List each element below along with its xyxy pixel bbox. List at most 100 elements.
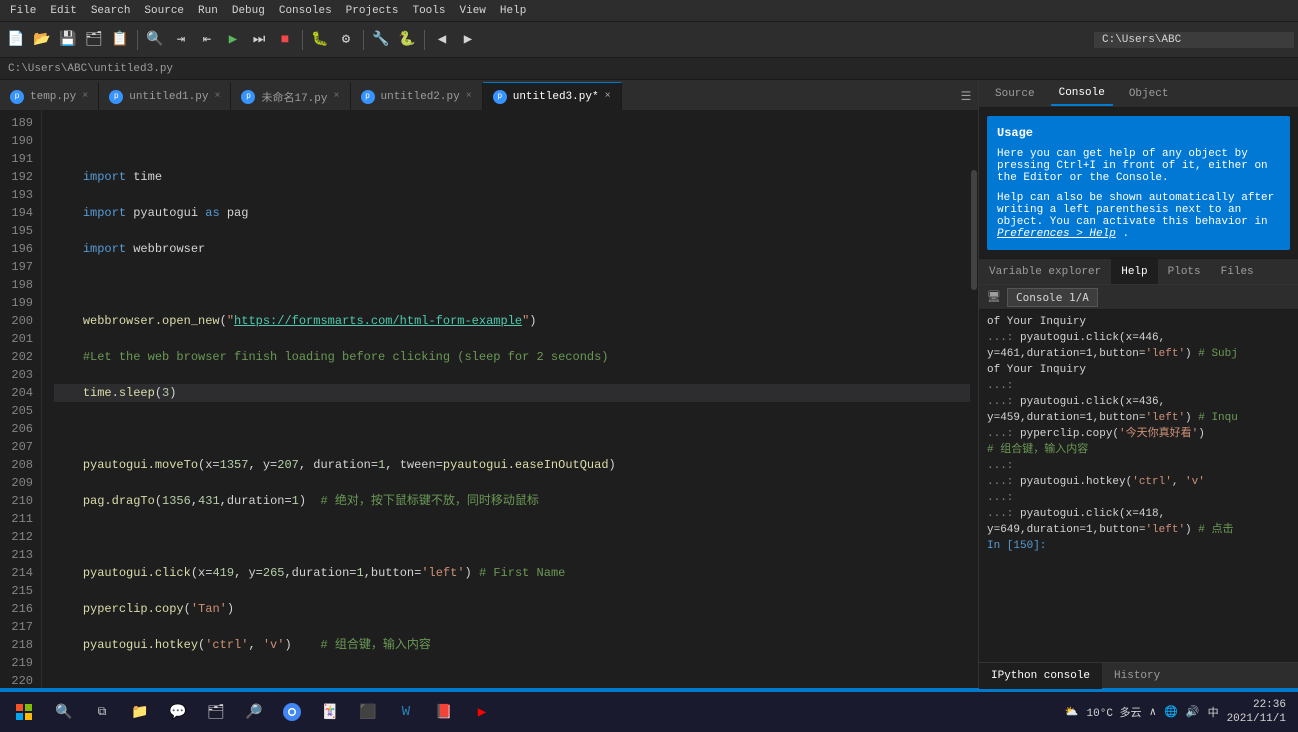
tab-close-unnamed17[interactable]: × <box>333 91 339 102</box>
tab-unnamed17[interactable]: p 未命名17.py × <box>231 82 350 110</box>
tab-label-temp: temp.py <box>30 91 76 103</box>
toolbar: 📄 📂 💾 🗂 📋 🔍 ⇥ ⇤ ▶ ⏭ ■ 🐛 ⚙ 🔧 🐍 ◀ ▶ C:\Use… <box>0 22 1298 58</box>
open-file-btn[interactable]: 📂 <box>30 28 54 52</box>
tab-label-untitled1: untitled1.py <box>129 91 208 103</box>
debug-btn[interactable]: 🐛 <box>308 28 332 52</box>
python-btn[interactable]: 🐍 <box>395 28 419 52</box>
settings-btn[interactable]: 🔧 <box>369 28 393 52</box>
toolbar-path: C:\Users\ABC <box>1094 32 1294 48</box>
taskbar-chrome[interactable] <box>274 694 310 730</box>
menu-source[interactable]: Source <box>138 3 190 19</box>
menu-debug[interactable]: Debug <box>226 3 271 19</box>
run-cell-btn[interactable]: ⏭ <box>247 28 271 52</box>
save-btn[interactable]: 💾 <box>56 28 80 52</box>
taskbar-word[interactable]: W <box>388 694 424 730</box>
sep4 <box>424 30 425 50</box>
code-line-190: import time <box>54 168 970 186</box>
line-numbers: 189 190 191 192 193 194 195 196 197 198 … <box>0 110 42 688</box>
taskbar-ime[interactable]: 中 <box>1208 704 1219 720</box>
code-line-193 <box>54 276 970 294</box>
taskbar-terminal[interactable]: ⬛ <box>350 694 386 730</box>
var-tab-plots[interactable]: Plots <box>1158 259 1211 285</box>
bottom-tab-history[interactable]: History <box>1102 663 1172 689</box>
var-tab-files[interactable]: Files <box>1211 259 1264 285</box>
tab-close-temp[interactable]: × <box>82 91 88 102</box>
back-btn[interactable]: ◀ <box>430 28 454 52</box>
var-tab-help[interactable]: Help <box>1111 259 1157 285</box>
code-content[interactable]: import time import pyautogui as pag impo… <box>42 110 970 688</box>
taskbar-youtube[interactable]: ▶ <box>464 694 500 730</box>
console-line-12: ...: <box>987 490 1290 506</box>
tab-close-untitled2[interactable]: × <box>466 91 472 102</box>
menu-help[interactable]: Help <box>494 3 532 19</box>
taskbar-systray[interactable]: ∧ <box>1150 705 1157 719</box>
menu-edit[interactable]: Edit <box>44 3 82 19</box>
code-line-202: pyperclip.copy('Tan') <box>54 600 970 618</box>
taskbar-taskview[interactable]: ⧉ <box>84 694 120 730</box>
bottom-tab-ipython[interactable]: IPython console <box>979 663 1102 689</box>
menu-file[interactable]: File <box>4 3 42 19</box>
tab-menu-button[interactable]: ☰ <box>954 82 978 110</box>
code-line-192: import webbrowser <box>54 240 970 258</box>
console-line-5: ...: <box>987 378 1290 394</box>
panel-header: Source Console Object <box>979 80 1298 108</box>
menu-view[interactable]: View <box>454 3 492 19</box>
tab-untitled3[interactable]: p untitled3.py* × <box>483 82 622 110</box>
menu-tools[interactable]: Tools <box>406 3 451 19</box>
save-all-btn[interactable]: 🗂 <box>82 28 106 52</box>
step-btn[interactable]: ⚙ <box>334 28 358 52</box>
new-file-btn[interactable]: 📄 <box>4 28 28 52</box>
taskbar-wechat[interactable]: 💬 <box>160 694 196 730</box>
scrollbar-thumb[interactable] <box>971 170 977 290</box>
print-btn[interactable]: 📋 <box>108 28 132 52</box>
help-preferences-link[interactable]: Preferences > Help <box>997 228 1116 240</box>
tab-close-untitled1[interactable]: × <box>214 91 220 102</box>
menu-run[interactable]: Run <box>192 3 224 19</box>
find-btn[interactable]: 🔍 <box>143 28 167 52</box>
menu-consoles[interactable]: Consoles <box>273 3 338 19</box>
vertical-scrollbar[interactable] <box>970 110 978 688</box>
tab-label-unnamed17: 未命名17.py <box>261 89 327 105</box>
tab-untitled2[interactable]: p untitled2.py × <box>351 82 483 110</box>
taskbar-network[interactable]: 🌐 <box>1164 705 1178 719</box>
menu-search[interactable]: Search <box>85 3 137 19</box>
taskbar-search[interactable]: 🔍 <box>46 694 82 730</box>
var-tab-explorer[interactable]: Variable explorer <box>979 259 1111 285</box>
unindent-btn[interactable]: ⇤ <box>195 28 219 52</box>
panel-tab-object[interactable]: Object <box>1121 82 1177 106</box>
stop-btn[interactable]: ■ <box>273 28 297 52</box>
taskbar-explorer[interactable]: 📁 <box>122 694 158 730</box>
taskbar-red-app[interactable]: 📕 <box>426 694 462 730</box>
code-line-201: pyautogui.click(x=419, y=265,duration=1,… <box>54 564 970 582</box>
menu-projects[interactable]: Projects <box>340 3 405 19</box>
tab-temp[interactable]: p temp.py × <box>0 82 99 110</box>
taskbar-start-button[interactable] <box>4 694 44 730</box>
indent-btn[interactable]: ⇥ <box>169 28 193 52</box>
help-body2: Help can also be shown automatically aft… <box>997 192 1280 240</box>
panel-tab-console[interactable]: Console <box>1051 82 1113 106</box>
tab-close-untitled3[interactable]: × <box>605 91 611 102</box>
taskbar-clock[interactable]: 22:36 2021/11/1 <box>1227 698 1286 727</box>
taskbar-files[interactable]: 🗂 <box>198 694 234 730</box>
forward-btn[interactable]: ▶ <box>456 28 480 52</box>
panel-tab-source[interactable]: Source <box>987 82 1043 106</box>
taskbar-search2[interactable]: 🔎 <box>236 694 272 730</box>
code-editor: 189 190 191 192 193 194 195 196 197 198 … <box>0 110 978 688</box>
run-btn[interactable]: ▶ <box>221 28 245 52</box>
code-line-198: pyautogui.moveTo(x=1357, y=207, duration… <box>54 456 970 474</box>
tab-untitled1[interactable]: p untitled1.py × <box>99 82 231 110</box>
taskbar-flashcard[interactable]: 🃏 <box>312 694 348 730</box>
console-prompt-line: In [150]: <box>987 538 1290 554</box>
tab-icon-unnamed17: p <box>241 90 255 104</box>
console-line-14: y=649,duration=1,button='left') # 点击 <box>987 522 1290 538</box>
variable-explorer-tabs: Variable explorer Help Plots Files <box>979 258 1298 284</box>
console-line-13: ...: pyautogui.click(x=418, <box>987 506 1290 522</box>
taskbar-weather: ⛅ <box>1065 705 1079 719</box>
help-body1: Here you can get help of any object by p… <box>997 148 1280 184</box>
sep1 <box>137 30 138 50</box>
console-tab-button[interactable]: Console 1/A <box>1007 288 1098 307</box>
file-path-text: C:\Users\ABC\untitled3.py <box>8 63 173 75</box>
taskbar-temp: 10°C 多云 <box>1087 704 1142 720</box>
taskbar-volume[interactable]: 🔊 <box>1186 705 1200 719</box>
console-content: of Your Inquiry ...: pyautogui.click(x=4… <box>979 310 1298 662</box>
